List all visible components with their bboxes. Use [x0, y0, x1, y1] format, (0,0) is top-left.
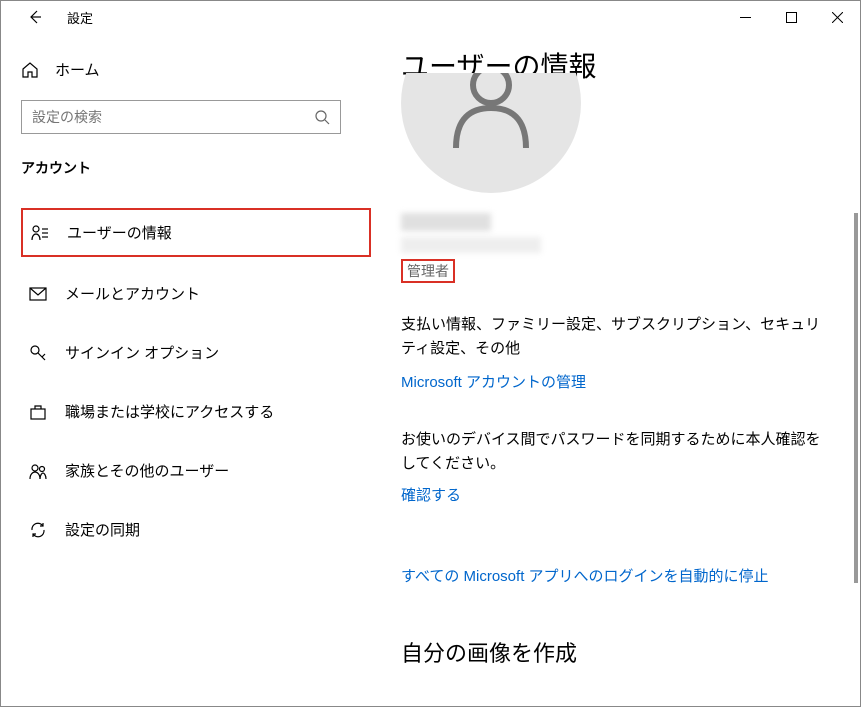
window-title: 設定: [67, 8, 93, 27]
user-email: [401, 237, 541, 253]
sidebar-item-label: 設定の同期: [65, 519, 140, 540]
home-label: ホーム: [55, 59, 100, 80]
user-name: [401, 213, 491, 231]
sidebar-item-user-info[interactable]: ユーザーの情報: [21, 208, 371, 257]
sidebar-item-label: サインイン オプション: [65, 342, 219, 363]
scrollbar[interactable]: [854, 213, 858, 583]
content-area: ユーザーの情報 管理者 支払い情報、ファミリー設定、サブスクリプション、セキュリ…: [371, 33, 860, 706]
user-info-icon: [31, 224, 49, 242]
sidebar-item-family-users[interactable]: 家族とその他のユーザー: [21, 448, 371, 493]
sidebar-item-label: 家族とその他のユーザー: [65, 460, 229, 481]
window-controls: [722, 1, 860, 33]
sidebar: ホーム アカウント ユーザーの情報 メールとアカウント サインイン オプション: [1, 33, 371, 706]
back-button[interactable]: [21, 9, 49, 25]
user-info-block: 管理者: [401, 213, 830, 283]
sidebar-item-email-accounts[interactable]: メールとアカウント: [21, 271, 371, 316]
minimize-button[interactable]: [722, 1, 768, 33]
sidebar-item-work-school[interactable]: 職場または学校にアクセスする: [21, 389, 371, 434]
role-badge: 管理者: [401, 259, 455, 283]
verify-desc: お使いのデバイス間でパスワードを同期するために本人確認をしてください。: [401, 428, 830, 476]
sidebar-item-label: ユーザーの情報: [67, 222, 172, 243]
search-input[interactable]: [32, 109, 314, 125]
person-icon: [441, 73, 541, 153]
back-arrow-icon: [27, 9, 43, 25]
maximize-icon: [786, 12, 797, 23]
email-icon: [29, 285, 47, 303]
home-icon: [21, 61, 39, 79]
search-icon: [314, 109, 330, 125]
verify-link[interactable]: 確認する: [401, 484, 461, 505]
minimize-icon: [740, 12, 751, 23]
manage-account-link[interactable]: Microsoft アカウントの管理: [401, 371, 586, 392]
sync-icon: [29, 521, 47, 539]
key-icon: [29, 344, 47, 362]
people-icon: [29, 462, 47, 480]
section-header: アカウント: [21, 158, 371, 178]
briefcase-icon: [29, 403, 47, 421]
sidebar-item-sync-settings[interactable]: 設定の同期: [21, 507, 371, 552]
titlebar: 設定: [1, 1, 860, 33]
create-image-title: 自分の画像を作成: [401, 636, 830, 668]
home-button[interactable]: ホーム: [21, 53, 371, 86]
close-button[interactable]: [814, 1, 860, 33]
maximize-button[interactable]: [768, 1, 814, 33]
sidebar-item-label: 職場または学校にアクセスする: [65, 401, 274, 422]
sidebar-item-signin-options[interactable]: サインイン オプション: [21, 330, 371, 375]
avatar: [401, 73, 581, 203]
sidebar-item-label: メールとアカウント: [65, 283, 200, 304]
account-desc: 支払い情報、ファミリー設定、サブスクリプション、セキュリティ設定、その他: [401, 313, 830, 361]
stop-login-link[interactable]: すべての Microsoft アプリへのログインを自動的に停止: [401, 565, 830, 586]
search-box[interactable]: [21, 100, 341, 134]
close-icon: [832, 12, 843, 23]
